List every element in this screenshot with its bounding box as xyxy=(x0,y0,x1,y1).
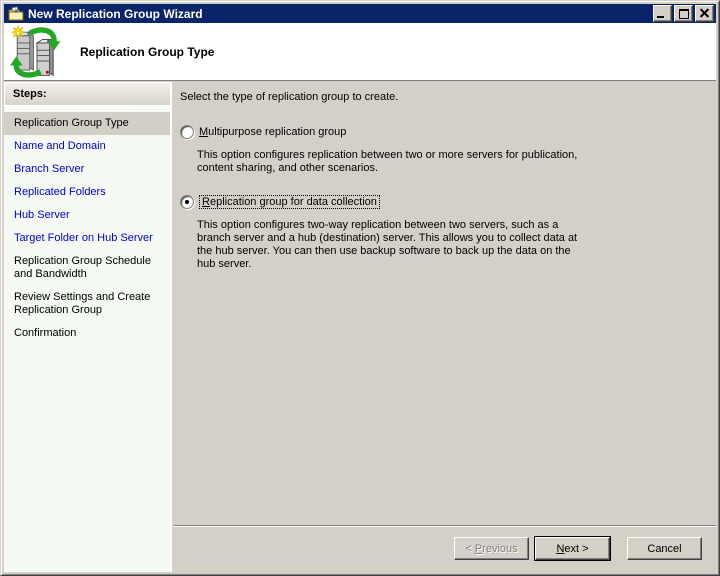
radio-data-collection[interactable] xyxy=(180,195,194,209)
option-multipurpose-description: This option configures replication betwe… xyxy=(197,149,578,174)
page-prompt: Select the type of replication group to … xyxy=(180,91,399,103)
label-rest: ultipurpose replication group xyxy=(208,126,347,138)
mnemonic-char: M xyxy=(199,126,209,138)
label-rest: eplication group for data collection xyxy=(209,196,377,208)
maximize-button[interactable] xyxy=(674,5,693,22)
step-target-folder-on-hub-server[interactable]: Target Folder on Hub Server xyxy=(4,227,170,250)
maximize-icon xyxy=(678,8,689,19)
label-rest: revious xyxy=(482,542,518,555)
radio-data-collection-label[interactable]: Replication group for data collection xyxy=(199,195,380,209)
label-rest: ext > xyxy=(564,542,589,555)
window-title: New Replication Group Wizard xyxy=(28,6,203,21)
option-data-collection-description: This option configures two-way replicati… xyxy=(197,219,578,270)
label-pre: < xyxy=(465,542,475,555)
steps-panel: Steps: Replication Group Type Name and D… xyxy=(4,82,172,572)
page-title: Replication Group Type xyxy=(80,44,215,59)
close-icon xyxy=(700,9,709,18)
steps-panel-title: Steps: xyxy=(4,82,170,106)
mnemonic-char: R xyxy=(202,196,210,208)
wizard-window: New Replication Group Wizard Replication… xyxy=(0,0,720,576)
previous-button: < Previous xyxy=(454,537,529,560)
titlebar[interactable]: New Replication Group Wizard xyxy=(4,4,716,23)
option-data-collection: Replication group for data collection Th… xyxy=(174,195,716,271)
step-name-and-domain[interactable]: Name and Domain xyxy=(4,135,170,158)
radio-multipurpose[interactable] xyxy=(180,125,194,139)
next-button[interactable]: Next > xyxy=(535,537,610,560)
step-schedule-and-bandwidth: Replication Group Schedule and Bandwidth xyxy=(14,255,151,280)
replication-servers-icon xyxy=(10,24,64,79)
radio-multipurpose-label[interactable]: Multipurpose replication group xyxy=(199,126,346,138)
cancel-button[interactable]: Cancel xyxy=(627,537,702,560)
wizard-header: Replication Group Type xyxy=(4,23,716,81)
step-hub-server[interactable]: Hub Server xyxy=(4,204,170,227)
step-replicated-folders[interactable]: Replicated Folders xyxy=(4,181,170,204)
option-multipurpose: Multipurpose replication group This opti… xyxy=(174,125,716,175)
minimize-icon xyxy=(657,16,664,18)
step-confirmation: Confirmation xyxy=(14,327,77,339)
minimize-button[interactable] xyxy=(653,5,672,22)
wizard-folder-icon xyxy=(8,6,24,22)
close-button[interactable] xyxy=(695,5,714,22)
page-content: Select the type of replication group to … xyxy=(174,82,716,572)
wizard-footer: < Previous Next > Cancel xyxy=(174,525,716,572)
step-branch-server[interactable]: Branch Server xyxy=(4,158,170,181)
step-review-settings: Review Settings and Create Replication G… xyxy=(14,291,151,316)
step-replication-group-type[interactable]: Replication Group Type xyxy=(4,112,170,135)
